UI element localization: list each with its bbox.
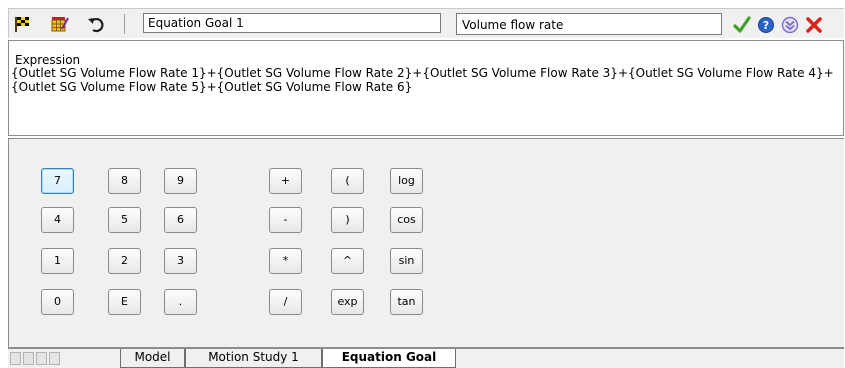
key-divide[interactable]: / [269, 289, 302, 315]
svg-text:?: ? [763, 19, 769, 32]
tab-model[interactable]: Model [120, 349, 185, 368]
checkered-flag-icon[interactable] [13, 15, 33, 33]
key-cos[interactable]: cos [390, 207, 423, 233]
key-close-paren[interactable]: ) [331, 207, 364, 233]
first-tab-icon[interactable] [10, 352, 21, 365]
edit-goal-icon[interactable] [50, 15, 70, 33]
toolbar: Equation Goal 1 Volume flow rate ? [8, 8, 844, 38]
key-0[interactable]: 0 [41, 289, 74, 315]
key-5[interactable]: 5 [108, 207, 141, 233]
undo-icon[interactable] [87, 15, 107, 33]
key-3[interactable]: 3 [164, 248, 197, 274]
goal-name-field[interactable]: Equation Goal 1 [143, 13, 441, 33]
key-multiply[interactable]: * [269, 248, 302, 274]
expression-text[interactable]: {Outlet SG Volume Flow Rate 1}+{Outlet S… [11, 66, 836, 94]
key-decimal[interactable]: . [164, 289, 197, 315]
keypad: 7 8 9 4 5 6 1 2 3 0 E . + ( log - ) cos … [8, 138, 844, 348]
next-tab-icon[interactable] [36, 352, 47, 365]
parameter-field[interactable]: Volume flow rate [456, 13, 722, 35]
prev-tab-icon[interactable] [23, 352, 34, 365]
key-sin[interactable]: sin [390, 248, 423, 274]
key-tan[interactable]: tan [390, 289, 423, 315]
close-icon[interactable] [805, 16, 823, 34]
key-2[interactable]: 2 [108, 248, 141, 274]
key-4[interactable]: 4 [41, 207, 74, 233]
expression-panel[interactable]: Expression {Outlet SG Volume Flow Rate 1… [8, 40, 844, 136]
tab-equation-goal[interactable]: Equation Goal [322, 349, 456, 368]
equation-goal-panel: Equation Goal 1 Volume flow rate ? Expre… [8, 8, 844, 368]
key-1[interactable]: 1 [41, 248, 74, 274]
last-tab-icon[interactable] [49, 352, 60, 365]
key-8[interactable]: 8 [108, 168, 141, 194]
expand-icon[interactable] [781, 16, 799, 34]
key-power[interactable]: ^ [331, 248, 364, 274]
ok-check-icon[interactable] [733, 16, 751, 34]
key-7[interactable]: 7 [41, 168, 74, 194]
tab-bar: Model Motion Study 1 Equation Goal [8, 348, 844, 368]
key-minus[interactable]: - [269, 207, 302, 233]
key-plus[interactable]: + [269, 168, 302, 194]
expression-label: Expression [15, 53, 81, 67]
key-6[interactable]: 6 [164, 207, 197, 233]
help-icon[interactable]: ? [757, 16, 775, 34]
key-log[interactable]: log [390, 168, 423, 194]
key-e[interactable]: E [108, 289, 141, 315]
key-exp[interactable]: exp [331, 289, 364, 315]
toolbar-separator [124, 14, 125, 34]
tab-motion-study-1[interactable]: Motion Study 1 [185, 349, 322, 368]
key-9[interactable]: 9 [164, 168, 197, 194]
key-open-paren[interactable]: ( [331, 168, 364, 194]
